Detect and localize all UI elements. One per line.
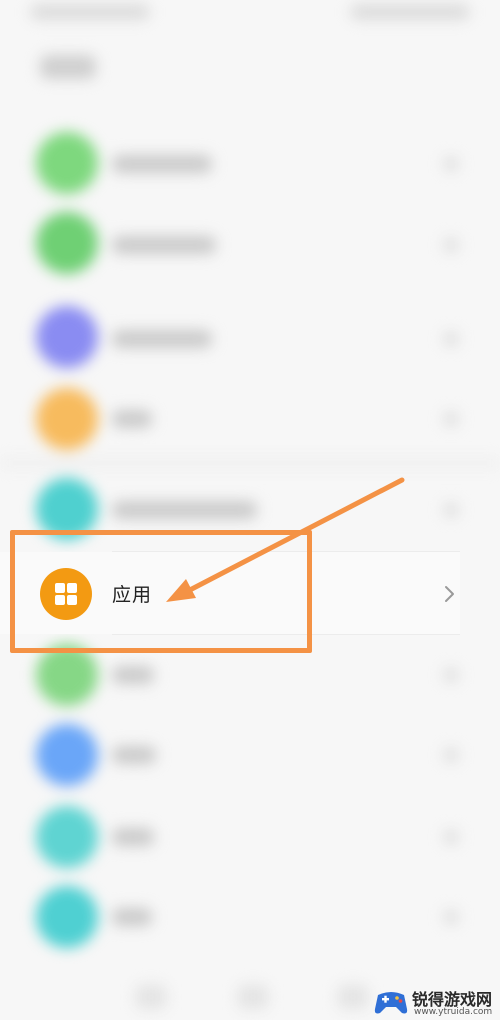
blurred-bottom-nav-item — [238, 985, 268, 1009]
blurred-row-chevron — [444, 668, 458, 682]
blurred-row-text — [112, 236, 216, 254]
watermark: 锐得游戏网 www.ytruida.com — [370, 985, 500, 1020]
blurred-row-icon — [36, 806, 98, 868]
blurred-row-text — [112, 410, 152, 428]
blurred-row-icon — [36, 132, 98, 194]
blurred-row-icon — [36, 212, 98, 274]
blurred-row-text — [112, 666, 154, 684]
blurred-background — [0, 0, 500, 1020]
watermark-url: www.ytruida.com — [414, 1007, 493, 1017]
status-bar-left — [30, 4, 150, 20]
blurred-row-chevron — [444, 332, 458, 346]
blurred-row-icon — [36, 886, 98, 948]
chevron-right-icon — [445, 586, 454, 602]
blurred-row-icon — [36, 306, 98, 368]
blurred-row-icon — [36, 724, 98, 786]
blurred-row-text — [112, 155, 212, 173]
blurred-row-text — [112, 501, 257, 519]
blurred-row-chevron — [444, 503, 458, 517]
blurred-row-text — [112, 908, 152, 926]
blurred-section-gap — [0, 458, 500, 468]
blurred-row-chevron — [444, 748, 458, 762]
blurred-bottom-nav-item — [136, 985, 166, 1009]
blurred-row-text — [112, 746, 156, 764]
blurred-row-icon — [36, 644, 98, 706]
blurred-row-chevron — [444, 157, 458, 171]
blurred-row-chevron — [444, 412, 458, 426]
status-bar-right — [350, 4, 470, 20]
blurred-row-chevron — [444, 830, 458, 844]
blurred-row-text — [112, 330, 212, 348]
annotation-highlight-box — [10, 530, 312, 653]
blurred-row-chevron — [444, 910, 458, 924]
blurred-row-chevron — [444, 238, 458, 252]
page-title-blurred — [40, 55, 96, 79]
blurred-bottom-nav-item — [338, 985, 368, 1009]
blurred-row-text — [112, 828, 154, 846]
blurred-row-icon — [36, 388, 98, 450]
controller-logo — [374, 992, 408, 1014]
